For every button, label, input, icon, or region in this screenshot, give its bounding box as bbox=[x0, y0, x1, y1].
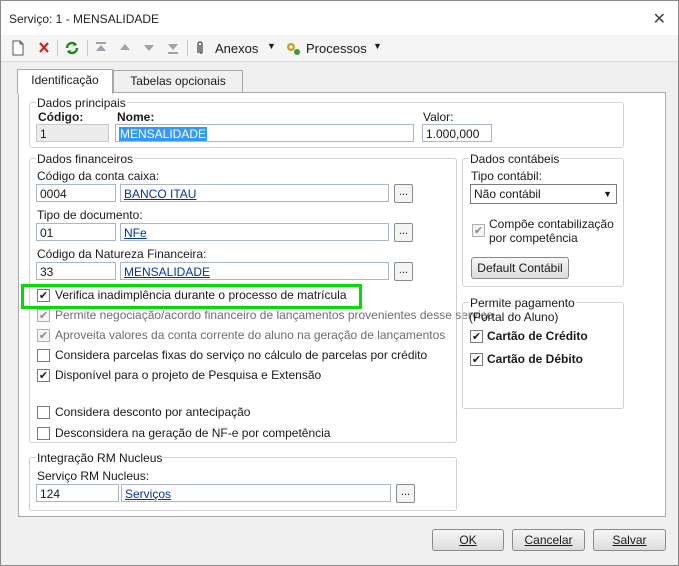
checkbox-label: Considera desconto por antecipação bbox=[55, 405, 251, 419]
chevron-down-icon: ▼ bbox=[267, 41, 276, 51]
compoe-label-line1: Compõe contabilização bbox=[489, 217, 614, 231]
tipo-documento-label: Tipo de documento: bbox=[37, 208, 143, 222]
natureza-name-field[interactable]: MENSALIDADE bbox=[120, 262, 389, 280]
tipo-documento-lookup-button[interactable]: ... bbox=[394, 223, 413, 242]
permite-pagamento-legend: Permite pagamento bbox=[469, 296, 576, 310]
chevron-down-icon: ▼ bbox=[603, 189, 612, 199]
portal-aluno-label: (Portal do Aluno) bbox=[469, 310, 559, 324]
cancelar-button-label: Cancelar bbox=[524, 533, 573, 547]
dados-financeiros-legend: Dados financeiros bbox=[36, 152, 135, 166]
conta-caixa-label: Código da conta caixa: bbox=[37, 169, 160, 183]
checkbox-label: Disponível para o projeto de Pesquisa e … bbox=[55, 368, 322, 382]
tipo-documento-link[interactable]: NFe bbox=[124, 226, 147, 240]
first-record-icon[interactable] bbox=[94, 39, 108, 57]
tipo-contabil-select[interactable]: Não contábil ▼ bbox=[470, 184, 617, 204]
cartao-credito-label: Cartão de Crédito bbox=[487, 329, 588, 343]
title-bar: Serviço: 1 - MENSALIDADE ✕ bbox=[1, 1, 678, 35]
nome-label: Nome: bbox=[117, 110, 155, 124]
checkbox-permite-negociacao[interactable]: ✔ bbox=[37, 309, 50, 322]
conta-caixa-code-field[interactable]: 0004 bbox=[36, 184, 116, 202]
valor-label: Valor: bbox=[423, 110, 454, 124]
checkbox-desconsidera-nfe[interactable] bbox=[37, 427, 50, 440]
checkbox-desconto-antecipacao[interactable] bbox=[37, 406, 50, 419]
checkbox-aproveita-valores[interactable]: ✔ bbox=[37, 329, 50, 342]
salvar-button-label: Salvar bbox=[612, 533, 647, 547]
natureza-lookup-button[interactable]: ... bbox=[394, 262, 413, 281]
cartao-debito-label: Cartão de Débito bbox=[487, 352, 584, 366]
cancelar-button[interactable]: Cancelar bbox=[512, 529, 585, 551]
refresh-icon[interactable] bbox=[64, 39, 80, 57]
checkbox-label: Desconsidera na geração de NF-e por comp… bbox=[55, 426, 331, 440]
checkbox-label: Permite negociação/acordo financeiro de … bbox=[55, 308, 494, 322]
toolbar-separator bbox=[57, 40, 58, 56]
anexos-label: Anexos bbox=[215, 41, 259, 56]
servico-nucleus-label: Serviço RM Nucleus: bbox=[37, 469, 150, 483]
previous-record-icon[interactable] bbox=[118, 39, 132, 57]
checkbox-cartao-debito[interactable]: ✔ bbox=[470, 353, 483, 366]
servico-nucleus-link[interactable]: Serviços bbox=[125, 487, 171, 501]
dialog-window: Serviço: 1 - MENSALIDADE ✕ Anexos ▼ Proc… bbox=[0, 0, 679, 566]
checkbox-parcelas-fixas[interactable] bbox=[37, 349, 50, 362]
natureza-link[interactable]: MENSALIDADE bbox=[124, 265, 210, 279]
salvar-button[interactable]: Salvar bbox=[593, 529, 666, 551]
gear-icon bbox=[287, 43, 300, 55]
compoe-label-line2: por competência bbox=[489, 231, 578, 245]
servico-nucleus-lookup-button[interactable]: ... bbox=[396, 484, 415, 503]
checkbox-label: Considera parcelas fixas do serviço no c… bbox=[55, 348, 428, 362]
checkbox-compoe-contabilizacao[interactable]: ✔ bbox=[472, 224, 485, 237]
tab-tabelas-opcionais[interactable]: Tabelas opcionais bbox=[113, 70, 243, 93]
natureza-code-field[interactable]: 33 bbox=[36, 262, 116, 280]
nome-value: MENSALIDADE bbox=[119, 127, 208, 141]
default-contabil-button[interactable]: Default Contábil bbox=[471, 257, 569, 279]
servico-nucleus-code-field[interactable]: 124 bbox=[36, 484, 119, 502]
last-record-icon[interactable] bbox=[166, 39, 180, 57]
tipo-documento-code-field[interactable]: 01 bbox=[36, 223, 116, 241]
close-icon[interactable]: ✕ bbox=[653, 9, 666, 28]
servico-nucleus-name-field[interactable]: Serviços bbox=[121, 484, 391, 502]
highlight-box bbox=[21, 284, 362, 309]
chevron-down-icon: ▼ bbox=[373, 41, 382, 51]
window-title: Serviço: 1 - MENSALIDADE bbox=[9, 12, 160, 26]
toolbar-separator bbox=[87, 40, 88, 56]
dados-contabeis-legend: Dados contábeis bbox=[469, 152, 561, 166]
tipo-contabil-label: Tipo contábil: bbox=[471, 169, 542, 183]
codigo-field[interactable]: 1 bbox=[36, 124, 109, 142]
natureza-label: Código da Natureza Financeira: bbox=[37, 247, 207, 261]
processos-label: Processos bbox=[306, 41, 367, 56]
codigo-label: Código: bbox=[38, 110, 84, 124]
delete-icon[interactable] bbox=[37, 39, 51, 57]
conta-caixa-lookup-button[interactable]: ... bbox=[394, 184, 413, 203]
conta-caixa-name-field[interactable]: BANCO ITAU bbox=[120, 184, 389, 202]
tab-identificacao[interactable]: Identificação bbox=[17, 69, 113, 94]
checkbox-pesquisa-extensao[interactable]: ✔ bbox=[37, 369, 50, 382]
next-record-icon[interactable] bbox=[142, 39, 156, 57]
dados-principais-legend: Dados principais bbox=[36, 96, 127, 110]
nome-field[interactable]: MENSALIDADE bbox=[115, 124, 414, 142]
conta-caixa-link[interactable]: BANCO ITAU bbox=[124, 187, 196, 201]
integracao-legend: Integração RM Nucleus bbox=[36, 451, 164, 465]
toolbar-separator bbox=[187, 40, 188, 56]
new-document-icon[interactable] bbox=[11, 39, 25, 57]
tipo-documento-name-field[interactable]: NFe bbox=[120, 223, 389, 241]
checkbox-cartao-credito[interactable]: ✔ bbox=[470, 330, 483, 343]
checkbox-label: Aproveita valores da conta corrente do a… bbox=[55, 328, 446, 342]
valor-field[interactable]: 1.000,000 bbox=[422, 124, 492, 142]
paperclip-icon bbox=[197, 41, 203, 54]
tipo-contabil-value: Não contábil bbox=[474, 187, 541, 201]
ok-button-label: OK bbox=[459, 533, 477, 547]
ok-button[interactable]: OK bbox=[432, 529, 504, 551]
toolbar: Anexos ▼ Processos ▼ bbox=[1, 35, 678, 62]
